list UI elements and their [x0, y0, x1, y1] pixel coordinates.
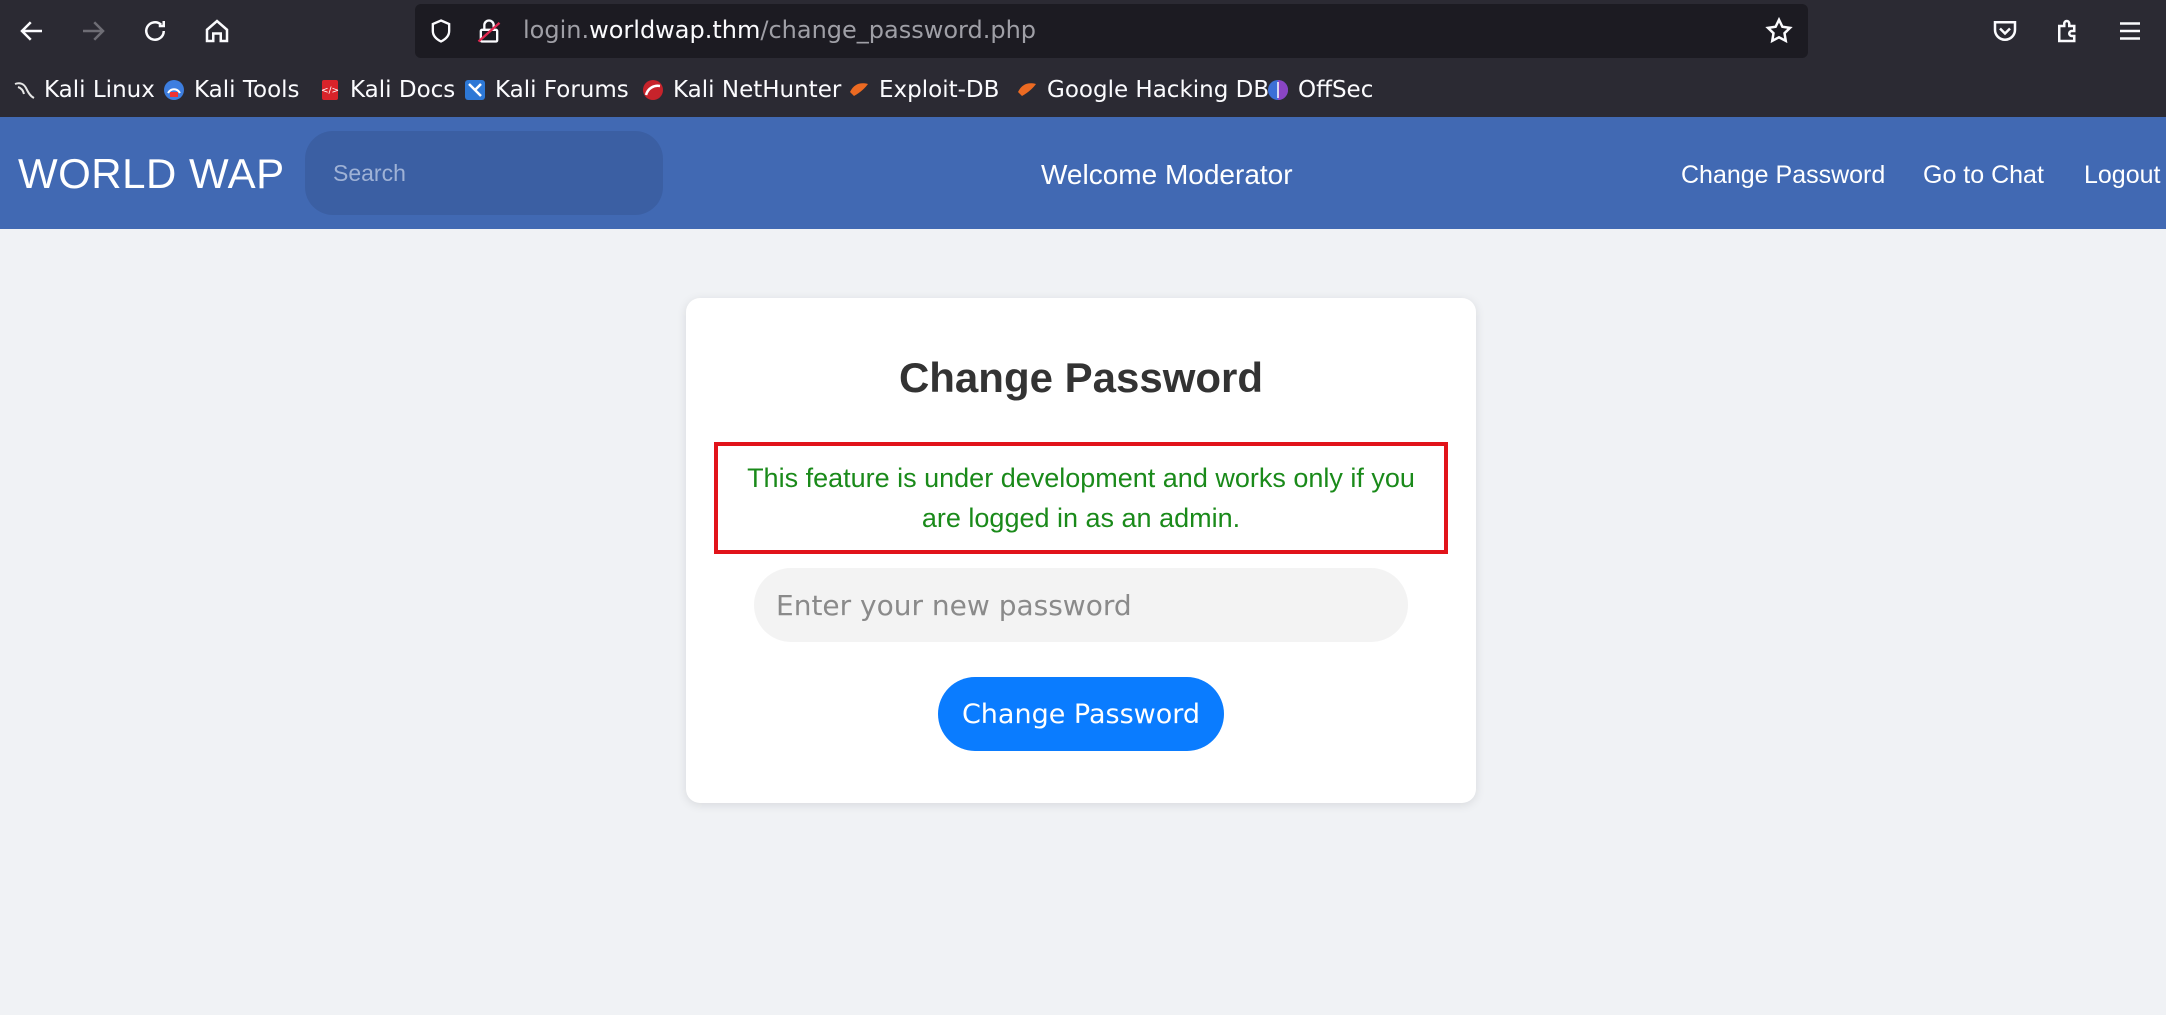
bookmark-label: Kali Linux [44, 77, 155, 103]
url-text[interactable]: login.worldwap.thm/change_password.php [523, 16, 1036, 44]
nav-go-to-chat-link[interactable]: Go to Chat [1923, 161, 2044, 190]
development-notice: This feature is under development and wo… [714, 442, 1448, 554]
bookmark-label: Kali Docs [350, 77, 456, 103]
bookmark-label: Kali Forums [495, 77, 629, 103]
pocket-icon [1993, 21, 2017, 41]
reload-button[interactable] [135, 11, 175, 51]
svg-text:</>: </> [321, 86, 339, 96]
back-arrow-icon [20, 21, 42, 41]
url-path: /change_password.php [760, 16, 1037, 44]
kali-dragon-icon [14, 82, 35, 99]
home-button[interactable] [197, 11, 237, 51]
home-icon [205, 19, 229, 43]
kali-tools-icon [164, 80, 184, 100]
nav-logout-link[interactable]: Logout [2084, 161, 2160, 190]
bookmark-kali-linux[interactable]: Kali Linux [12, 75, 155, 105]
change-password-button[interactable]: Change Password [938, 677, 1224, 751]
offsec-icon [1268, 80, 1288, 100]
kali-docs-icon: </> [321, 80, 339, 100]
welcome-text: Welcome Moderator [1041, 159, 1293, 190]
tracking-shield-icon[interactable] [427, 17, 455, 45]
forward-button[interactable] [73, 11, 113, 51]
bookmark-offsec[interactable]: OffSec [1266, 75, 1373, 105]
notice-text: This feature is under development and wo… [747, 463, 1415, 533]
nav-change-password-link[interactable]: Change Password [1681, 161, 1885, 190]
site-header: WORLD WAP Welcome Moderator Change Passw… [0, 117, 2166, 229]
url-bar[interactable]: login.worldwap.thm/change_password.php [415, 4, 1808, 58]
bookmarks-bar: Kali Linux Kali Tools </> Kali Docs Kali… [0, 63, 2166, 118]
url-prefix: login. [523, 16, 590, 44]
nethunter-icon [643, 80, 663, 100]
page-title: Change Password [898, 354, 1264, 401]
reload-icon [145, 21, 165, 41]
bookmark-label: OffSec [1298, 77, 1374, 103]
bookmark-kali-docs[interactable]: </> Kali Docs [318, 75, 455, 105]
url-host: worldwap.thm [589, 16, 761, 44]
bookmark-exploit-db[interactable]: Exploit-DB [847, 75, 999, 105]
ghdb-icon [1018, 83, 1036, 96]
change-password-card: Change Password This feature is under de… [686, 298, 1476, 803]
bookmark-kali-nethunter[interactable]: Kali NetHunter [641, 75, 841, 105]
forward-arrow-icon [83, 21, 105, 41]
menu-button[interactable] [2110, 11, 2150, 51]
bookmark-kali-tools[interactable]: Kali Tools [162, 75, 300, 105]
new-password-input[interactable] [754, 568, 1408, 642]
bookmark-kali-forums[interactable]: Kali Forums [463, 75, 629, 105]
bookmark-label: Kali Tools [194, 77, 300, 103]
back-button[interactable] [12, 11, 52, 51]
hamburger-menu-icon [2120, 22, 2140, 40]
extensions-button[interactable] [2048, 11, 2088, 51]
bookmark-label: Kali NetHunter [673, 77, 842, 103]
search-input[interactable] [305, 131, 663, 215]
site-logo[interactable]: WORLD WAP [18, 150, 285, 198]
insecure-lock-icon[interactable] [475, 17, 503, 45]
extensions-puzzle-icon [2058, 19, 2076, 43]
exploit-db-icon [850, 83, 868, 96]
pocket-button[interactable] [1985, 11, 2025, 51]
bookmark-label: Exploit-DB [879, 77, 1000, 103]
bookmark-label: Google Hacking DB [1047, 77, 1270, 103]
bookmark-star-icon[interactable] [1764, 16, 1794, 46]
bookmark-google-hacking-db[interactable]: Google Hacking DB [1015, 75, 1269, 105]
kali-forums-icon [465, 80, 485, 100]
browser-toolbar: login.worldwap.thm/change_password.php [0, 0, 2166, 63]
